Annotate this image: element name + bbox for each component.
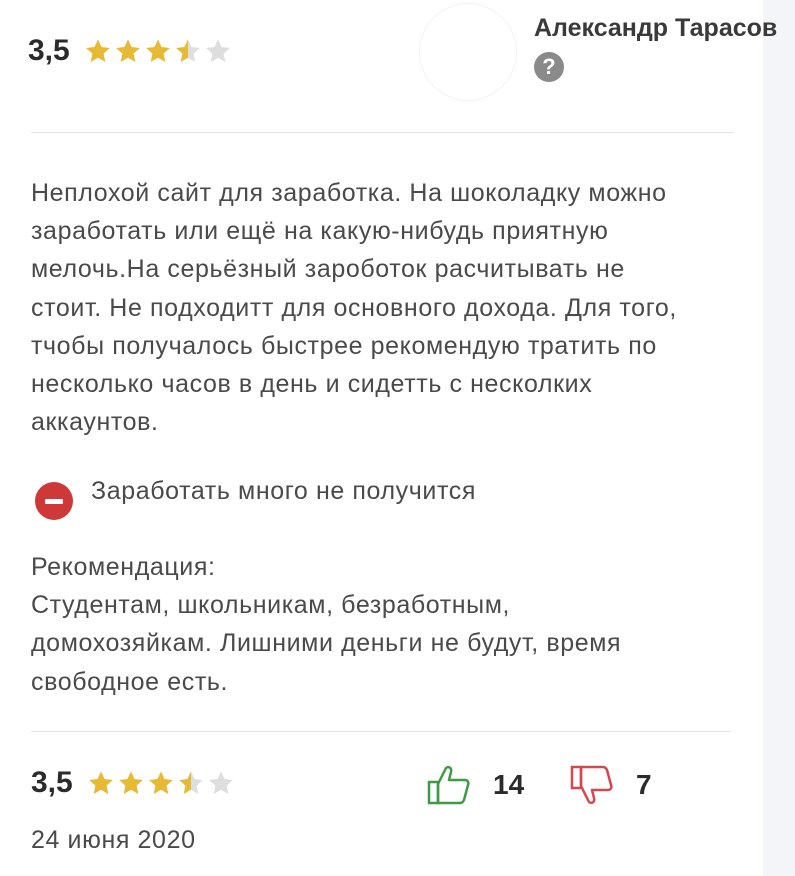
question-icon[interactable]: ?: [534, 52, 564, 82]
divider: [31, 132, 733, 133]
rating-value: 3,5: [31, 766, 73, 799]
star-icon: [88, 771, 113, 794]
rating-stars: [84, 37, 232, 65]
review-date: 24 июня 2020: [31, 826, 196, 854]
header-rating: 3,5: [28, 34, 232, 68]
star-icon: [148, 771, 173, 794]
star-icon: [118, 771, 143, 794]
star-icon: [115, 39, 140, 62]
con-item: Заработать много не получится: [35, 478, 476, 520]
star-icon: [145, 39, 170, 62]
recommendation: Рекомендация: Студентам, школьникам, без…: [31, 553, 622, 696]
rating-value: 3,5: [28, 34, 70, 67]
footer-rating: 3,5: [31, 766, 235, 800]
star-icon: [85, 39, 110, 62]
review-text: Неплохой сайт для заработка. На шоколадк…: [31, 179, 677, 437]
avatar[interactable]: [420, 4, 516, 100]
divider: [31, 731, 731, 732]
author-name[interactable]: Александр Тарасов: [534, 14, 777, 43]
thumbs-up-icon: [427, 765, 470, 805]
thumbs-down-icon: [570, 765, 613, 805]
minus-circle-icon: [35, 482, 73, 520]
rating-stars: [87, 769, 235, 797]
page-side-strip: [763, 0, 795, 876]
star-half-icon: [175, 39, 200, 62]
star-empty-icon: [205, 39, 230, 62]
like-count: 14: [493, 769, 525, 800]
dislike-button[interactable]: 7: [570, 764, 652, 806]
dislike-count: 7: [636, 769, 652, 800]
star-half-icon: [178, 771, 203, 794]
like-button[interactable]: 14: [427, 764, 524, 806]
star-empty-icon: [208, 771, 233, 794]
con-text: Заработать много не получится: [91, 477, 476, 505]
